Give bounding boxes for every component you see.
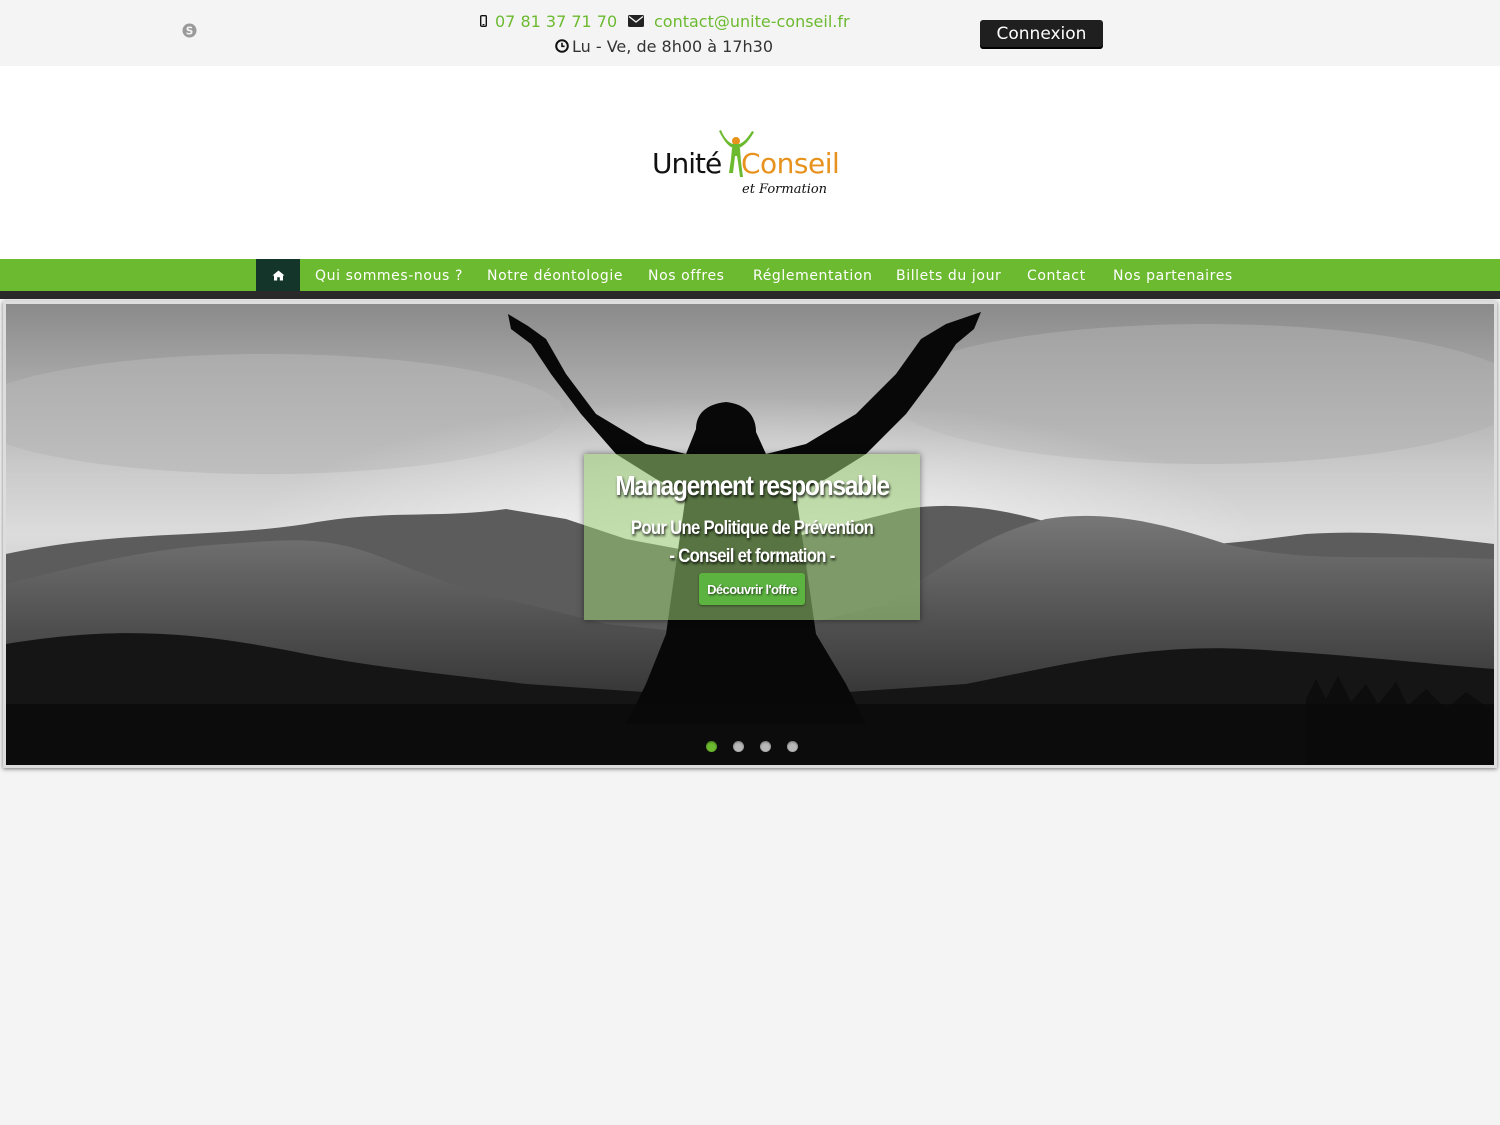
- svg-text:S: S: [186, 25, 194, 37]
- login-button[interactable]: Connexion: [980, 20, 1103, 47]
- slide-title: Management responsable: [615, 470, 890, 501]
- discover-offer-button[interactable]: Découvrir l'offre: [699, 573, 805, 605]
- slide-dot-1[interactable]: [706, 741, 717, 752]
- opening-hours: Lu - Ve, de 8h00 à 17h30: [555, 35, 773, 57]
- main-nav: Qui sommes-nous ? Notre déontologie Nos …: [0, 259, 1500, 291]
- home-icon: [272, 270, 284, 280]
- nav-item-qui-sommes-nous[interactable]: Qui sommes-nous ?: [315, 259, 463, 291]
- skype-icon[interactable]: S: [182, 23, 197, 38]
- phone-number[interactable]: 07 81 37 71 70: [495, 12, 617, 31]
- slide-dot-2[interactable]: [733, 741, 744, 752]
- header: Unité Conseil et Formation: [0, 66, 1500, 259]
- envelope-icon: [628, 15, 644, 27]
- slide-dot-3[interactable]: [760, 741, 771, 752]
- email-contact[interactable]: contact@unite-conseil.fr: [628, 10, 850, 32]
- hero-slider[interactable]: Management responsable Pour Une Politiqu…: [3, 301, 1497, 768]
- phone-contact[interactable]: 07 81 37 71 70: [480, 10, 617, 32]
- nav-home[interactable]: [256, 259, 300, 291]
- nav-item-billets-du-jour[interactable]: Billets du jour: [896, 259, 1001, 291]
- nav-item-partenaires[interactable]: Nos partenaires: [1113, 259, 1233, 291]
- top-bar: S 07 81 37 71 70 contact@unite-conseil.f…: [0, 0, 1500, 66]
- slide-caption: Management responsable Pour Une Politiqu…: [584, 454, 920, 620]
- nav-item-nos-offres[interactable]: Nos offres: [648, 259, 725, 291]
- hours-text: Lu - Ve, de 8h00 à 17h30: [572, 36, 774, 56]
- clock-icon: [555, 39, 569, 53]
- logo-text-conseil: Conseil: [741, 147, 840, 180]
- nav-divider: [0, 291, 1500, 299]
- nav-item-deontologie[interactable]: Notre déontologie: [487, 259, 623, 291]
- nav-item-contact[interactable]: Contact: [1027, 259, 1086, 291]
- email-address[interactable]: contact@unite-conseil.fr: [654, 12, 850, 31]
- site-logo[interactable]: Unité Conseil et Formation: [652, 129, 852, 201]
- slide-subtitle-2: - Conseil et formation -: [669, 546, 835, 567]
- nav-item-reglementation[interactable]: Réglementation: [753, 259, 873, 291]
- mobile-phone-icon: [480, 15, 487, 27]
- slide-dot-4[interactable]: [787, 741, 798, 752]
- logo-text-unite: Unité: [652, 147, 722, 180]
- logo-text-formation: et Formation: [742, 182, 828, 197]
- slide-subtitle-1: Pour Une Politique de Prévention: [630, 518, 874, 539]
